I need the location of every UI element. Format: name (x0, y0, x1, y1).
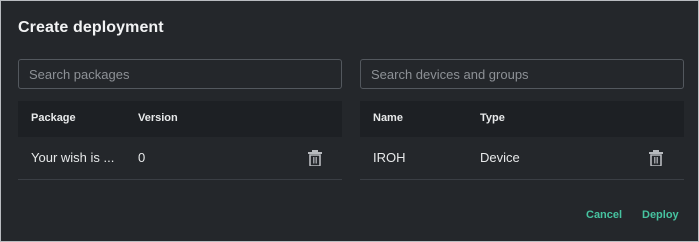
deploy-button[interactable]: Deploy (642, 209, 679, 221)
package-name-cell: Your wish is ... (31, 150, 115, 165)
device-type-cell: Device (480, 150, 520, 165)
table-row: Your wish is ... 0 (18, 137, 342, 180)
device-name-cell: IROH (373, 150, 406, 165)
cancel-button[interactable]: Cancel (586, 209, 622, 221)
package-version-cell: 0 (138, 150, 146, 165)
trash-icon[interactable] (649, 150, 663, 166)
dialog-title: Create deployment (18, 19, 164, 36)
packages-table-header: Package Version (18, 101, 342, 137)
packages-table: Package Version Your wish is ... 0 (18, 101, 342, 180)
column-header-type: Type (480, 112, 505, 124)
search-devices-input[interactable] (360, 59, 684, 89)
column-header-package: Package (31, 112, 76, 124)
column-header-version: Version (138, 112, 178, 124)
table-row: IROH Device (360, 137, 684, 180)
trash-icon[interactable] (308, 150, 322, 166)
devices-table: Name Type IROH Device (360, 101, 684, 180)
create-deployment-dialog: Create deployment Package Version Your w… (0, 0, 699, 242)
search-packages-input[interactable] (18, 59, 342, 89)
column-header-name: Name (373, 112, 403, 124)
devices-table-header: Name Type (360, 101, 684, 137)
